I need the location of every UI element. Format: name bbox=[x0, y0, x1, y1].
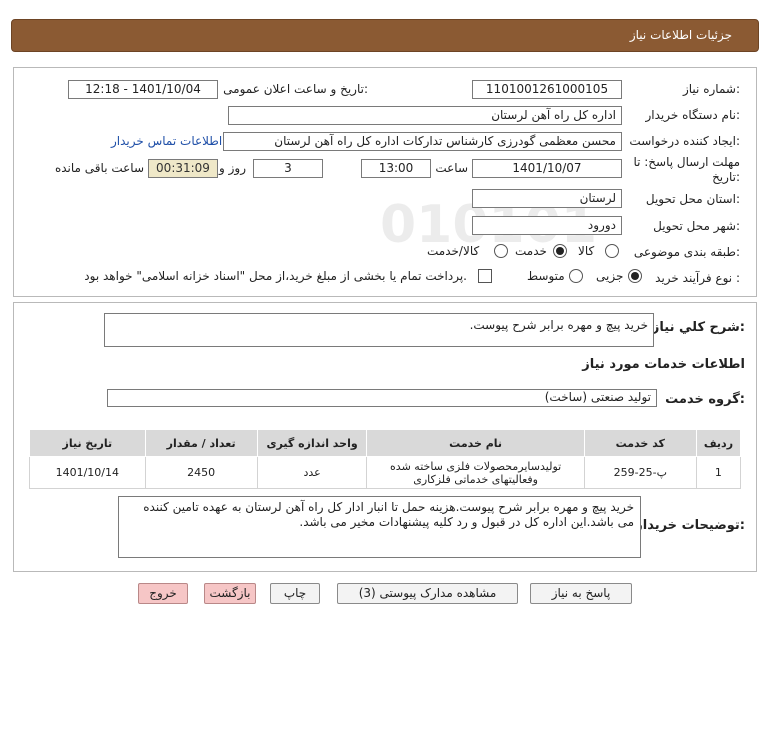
deadline-label: مهلت ارسال پاسخ: تا تاریخ: bbox=[633, 155, 740, 184]
remaining-time-field: 00:31:09 bbox=[148, 159, 218, 178]
table-header-row: ردیف کد خدمت نام خدمت واحد اندازه گیری ت… bbox=[29, 429, 742, 457]
category-radio-goods-service[interactable] bbox=[494, 244, 508, 258]
services-table: ردیف کد خدمت نام خدمت واحد اندازه گیری ت… bbox=[29, 429, 742, 489]
process-label: نوع فرآیند خرید : bbox=[655, 271, 740, 285]
service-group-label: گروه خدمت: bbox=[665, 392, 745, 407]
col-row-number: ردیف bbox=[695, 429, 742, 457]
category-radio-goods[interactable] bbox=[605, 244, 619, 258]
cell-need-date: 1401/10/14 bbox=[29, 456, 146, 489]
category-radio-service[interactable] bbox=[553, 244, 567, 258]
process-option-medium: متوسط bbox=[527, 269, 565, 283]
col-service-code: کد خدمت bbox=[583, 429, 697, 457]
city-field: دورود bbox=[472, 216, 622, 235]
view-attachments-button[interactable]: مشاهده مدارک پیوستی (3) bbox=[337, 583, 518, 604]
creator-label: ایجاد کننده درخواست: bbox=[629, 134, 740, 148]
summary-field: خرید پیچ و مهره برابر شرح پیوست. bbox=[104, 313, 654, 347]
buyer-notes-field: خرید پیچ و مهره برابر شرح پیوست.هزینه حم… bbox=[118, 496, 641, 558]
col-need-date: تاریخ نیاز bbox=[29, 429, 146, 457]
need-number-label: شماره نیاز: bbox=[682, 82, 740, 96]
need-number-field: 1101001261000105 bbox=[472, 80, 622, 99]
remaining-time-label: ساعت باقی مانده bbox=[54, 161, 144, 175]
category-option-goods: کالا bbox=[578, 244, 595, 258]
days-label: روز و bbox=[219, 161, 246, 175]
buyer-org-field: اداره کل راه آهن لرستان bbox=[228, 106, 622, 125]
deadline-time-field: 13:00 bbox=[361, 159, 431, 178]
deadline-time-label: ساعت bbox=[435, 161, 468, 175]
services-section-title: اطلاعات خدمات مورد نیاز bbox=[582, 357, 745, 372]
buyer-notes-label: توضیحات خریدار: bbox=[635, 518, 745, 533]
days-field: 3 bbox=[253, 159, 323, 178]
print-button[interactable]: چاپ bbox=[270, 583, 320, 604]
summary-label: شرح کلي نياز: bbox=[651, 320, 745, 335]
category-option-goods-service: کالا/خدمت bbox=[427, 244, 480, 258]
col-quantity: تعداد / مقدار bbox=[144, 429, 258, 457]
province-field: لرستان bbox=[472, 189, 622, 208]
process-radio-minor[interactable] bbox=[628, 269, 642, 283]
cell-unit: عدد bbox=[256, 456, 368, 489]
page-header: جزئیات اطلاعات نیاز bbox=[11, 19, 759, 52]
page-title: جزئیات اطلاعات نیاز bbox=[629, 28, 732, 42]
treasury-payment-checkbox[interactable] bbox=[478, 269, 492, 283]
category-option-service: خدمت bbox=[515, 244, 547, 258]
city-label: شهر محل تحویل: bbox=[653, 219, 740, 233]
province-label: استان محل تحویل: bbox=[645, 192, 740, 206]
reply-to-need-button[interactable]: پاسخ به نیاز bbox=[530, 583, 632, 604]
cell-row-number: 1 bbox=[695, 456, 742, 489]
table-row: 1 پ-25-259 تولیدسایرمحصولات فلزی ساخته ش… bbox=[29, 456, 742, 489]
col-unit: واحد اندازه گیری bbox=[256, 429, 368, 457]
process-option-minor: جزیی bbox=[596, 269, 624, 283]
service-group-field: تولید صنعتی (ساخت) bbox=[107, 389, 657, 407]
announce-field: 1401/10/04 - 12:18 bbox=[68, 80, 218, 99]
buyer-org-label: نام دستگاه خریدار: bbox=[645, 108, 741, 122]
announce-label: تاریخ و ساعت اعلان عمومی: bbox=[223, 82, 368, 96]
category-label: طبقه بندی موضوعی: bbox=[633, 245, 740, 259]
process-radio-medium[interactable] bbox=[569, 269, 583, 283]
exit-button[interactable]: خروج bbox=[138, 583, 188, 604]
back-button[interactable]: بازگشت bbox=[204, 583, 256, 604]
cell-quantity: 2450 bbox=[144, 456, 258, 489]
cell-service-code: پ-25-259 bbox=[583, 456, 697, 489]
cell-service-name: تولیدسایرمحصولات فلزی ساخته شده وفعالیته… bbox=[366, 456, 585, 489]
col-service-name: نام خدمت bbox=[366, 429, 585, 457]
creator-field: محسن معظمی گودرزی کارشناس تدارکات اداره … bbox=[223, 132, 622, 151]
buyer-contact-link[interactable]: اطلاعات تماس خریدار bbox=[111, 134, 222, 148]
deadline-date-field: 1401/10/07 bbox=[472, 159, 622, 178]
treasury-payment-note: پرداخت تمام یا بخشی از مبلغ خرید،از محل … bbox=[84, 269, 467, 283]
